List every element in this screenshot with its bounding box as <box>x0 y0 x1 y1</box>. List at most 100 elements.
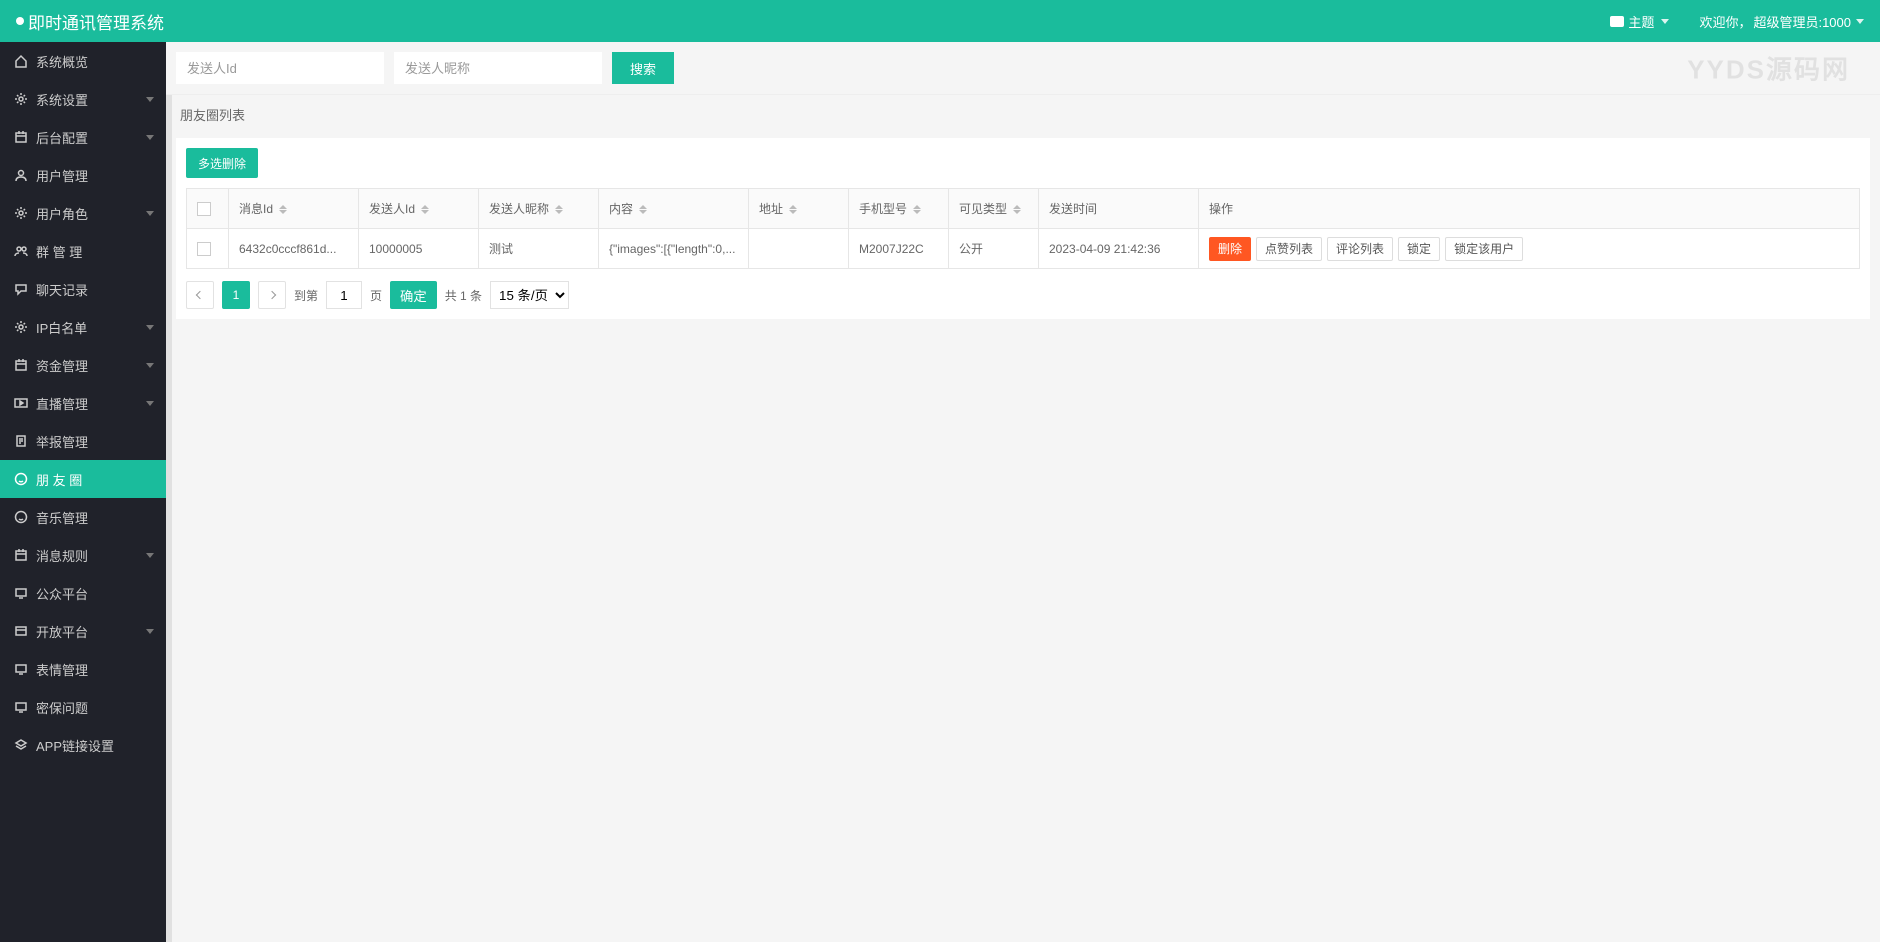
caret-down-icon <box>146 97 154 102</box>
likes-button[interactable]: 点赞列表 <box>1256 237 1322 261</box>
sidebar-item-user-role[interactable]: 用户角色 <box>0 194 166 232</box>
lock-button[interactable]: 锁定 <box>1398 237 1440 261</box>
sidebar-item-label: 密保问题 <box>36 698 88 717</box>
sidebar-item-overview[interactable]: 系统概览 <box>0 42 166 80</box>
sort-icon <box>789 205 797 214</box>
caret-down-icon <box>146 553 154 558</box>
sidebar-item-chat-log[interactable]: 聊天记录 <box>0 270 166 308</box>
calendar-icon <box>14 358 28 372</box>
col-label: 发送人Id <box>369 202 415 216</box>
sidebar-item-label: 表情管理 <box>36 660 88 679</box>
goto-confirm-button[interactable]: 确定 <box>390 281 437 309</box>
cell-visibleType: 公开 <box>949 229 1039 269</box>
sidebar-item-msg-rules[interactable]: 消息规则 <box>0 536 166 574</box>
cell-ops: 删除点赞列表评论列表锁定锁定该用户 <box>1199 229 1860 269</box>
sidebar-item-label: 群 管 理 <box>36 242 82 261</box>
sidebar-item-ip-whitelist[interactable]: IP白名单 <box>0 308 166 346</box>
sort-icon <box>913 205 921 214</box>
page-title: 朋友圈列表 <box>180 105 1866 124</box>
caret-down-icon <box>146 401 154 406</box>
sidebar-item-music-mgmt[interactable]: 音乐管理 <box>0 498 166 536</box>
welcome-name: 超级管理员:1000 <box>1753 12 1851 31</box>
col-header-msgId[interactable]: 消息Id <box>229 189 359 229</box>
caret-down-icon <box>146 363 154 368</box>
app-title: 即时通讯管理系统 <box>28 9 164 34</box>
caret-down-icon <box>1856 19 1864 24</box>
users-icon <box>14 244 28 258</box>
multi-delete-button[interactable]: 多选删除 <box>186 148 258 178</box>
sidebar-item-label: 开放平台 <box>36 622 88 641</box>
watermark: YYDS源码网 <box>1687 50 1850 87</box>
home-icon <box>14 54 28 68</box>
cell-senderId: 10000005 <box>359 229 479 269</box>
sidebar-item-label: 消息规则 <box>36 546 88 565</box>
sidebar-item-live-mgmt[interactable]: 直播管理 <box>0 384 166 422</box>
col-header-ops: 操作 <box>1199 189 1860 229</box>
sidebar-item-report-mgmt[interactable]: 举报管理 <box>0 422 166 460</box>
sidebar-item-label: 音乐管理 <box>36 508 88 527</box>
gear-icon <box>14 92 28 106</box>
goto-suffix: 页 <box>370 287 382 304</box>
col-header-senderId[interactable]: 发送人Id <box>359 189 479 229</box>
gear-icon <box>14 206 28 220</box>
cell-address <box>749 229 849 269</box>
sidebar-item-emoji-mgmt[interactable]: 表情管理 <box>0 650 166 688</box>
sidebar-item-user-mgmt[interactable]: 用户管理 <box>0 156 166 194</box>
main-content: 搜索 YYDS源码网 朋友圈列表 多选删除 消息Id 发送人Id 发送人昵称内容地址… <box>166 42 1880 942</box>
page-size-select[interactable]: 15 条/页 <box>490 281 569 309</box>
col-label: 操作 <box>1209 202 1233 216</box>
col-header-content[interactable]: 内容 <box>599 189 749 229</box>
goto-page-input[interactable] <box>326 281 362 309</box>
select-all-checkbox[interactable] <box>197 202 211 216</box>
cell-msgId: 6432c0cccf861d... <box>229 229 359 269</box>
theme-icon <box>1610 16 1624 27</box>
sidebar-item-open-platform[interactable]: 开放平台 <box>0 612 166 650</box>
sidebar-item-sys-settings[interactable]: 系统设置 <box>0 80 166 118</box>
table-row: 6432c0cccf861d...10000005测试{"images":[{"… <box>187 229 1860 269</box>
sidebar-item-app-link[interactable]: APP链接设置 <box>0 726 166 764</box>
doc-icon <box>14 434 28 448</box>
sidebar-item-moments[interactable]: 朋 友 圈 <box>0 460 166 498</box>
caret-down-icon <box>146 629 154 634</box>
comments-button[interactable]: 评论列表 <box>1327 237 1393 261</box>
header: 即时通讯管理系统 主题 欢迎你， 超级管理员:1000 <box>0 0 1880 42</box>
sidebar-item-public-platform[interactable]: 公众平台 <box>0 574 166 612</box>
theme-label: 主题 <box>1628 12 1654 31</box>
next-page-button[interactable] <box>258 281 286 309</box>
sidebar-item-label: 用户管理 <box>36 166 88 185</box>
col-label: 地址 <box>759 202 783 216</box>
col-label: 手机型号 <box>859 202 907 216</box>
lock-user-button[interactable]: 锁定该用户 <box>1445 237 1523 261</box>
sidebar-item-label: 资金管理 <box>36 356 88 375</box>
theme-button[interactable]: 主题 <box>1610 12 1669 31</box>
smile-icon <box>14 472 28 486</box>
sidebar-item-label: 系统概览 <box>36 52 88 71</box>
col-header-phoneModel[interactable]: 手机型号 <box>849 189 949 229</box>
col-header-senderNick[interactable]: 发送人昵称 <box>479 189 599 229</box>
sidebar-item-backend-cfg[interactable]: 后台配置 <box>0 118 166 156</box>
title-dot-icon <box>16 17 24 25</box>
sidebar-item-security-q[interactable]: 密保问题 <box>0 688 166 726</box>
user-icon <box>14 168 28 182</box>
calendar-icon <box>14 130 28 144</box>
cell-content: {"images":[{"length":0,... <box>599 229 749 269</box>
search-button[interactable]: 搜索 <box>612 52 674 84</box>
delete-button[interactable]: 删除 <box>1209 237 1251 261</box>
chevron-right-icon <box>268 291 276 299</box>
page-1-button[interactable]: 1 <box>222 281 250 309</box>
row-checkbox[interactable] <box>197 242 211 256</box>
prev-page-button[interactable] <box>186 281 214 309</box>
sort-icon <box>555 205 563 214</box>
sender-id-input[interactable] <box>176 52 384 84</box>
sidebar-item-group-mgmt[interactable]: 群 管 理 <box>0 232 166 270</box>
welcome-user[interactable]: 欢迎你， 超级管理员:1000 <box>1699 12 1864 31</box>
chat-icon <box>14 282 28 296</box>
sidebar-item-label: APP链接设置 <box>36 736 114 755</box>
gear-icon <box>14 320 28 334</box>
col-header-address[interactable]: 地址 <box>749 189 849 229</box>
col-header-visibleType[interactable]: 可见类型 <box>949 189 1039 229</box>
sidebar-item-fund-mgmt[interactable]: 资金管理 <box>0 346 166 384</box>
scrollbar[interactable] <box>166 42 172 942</box>
sender-nick-input[interactable] <box>394 52 602 84</box>
sidebar-item-label: 朋 友 圈 <box>36 470 82 489</box>
